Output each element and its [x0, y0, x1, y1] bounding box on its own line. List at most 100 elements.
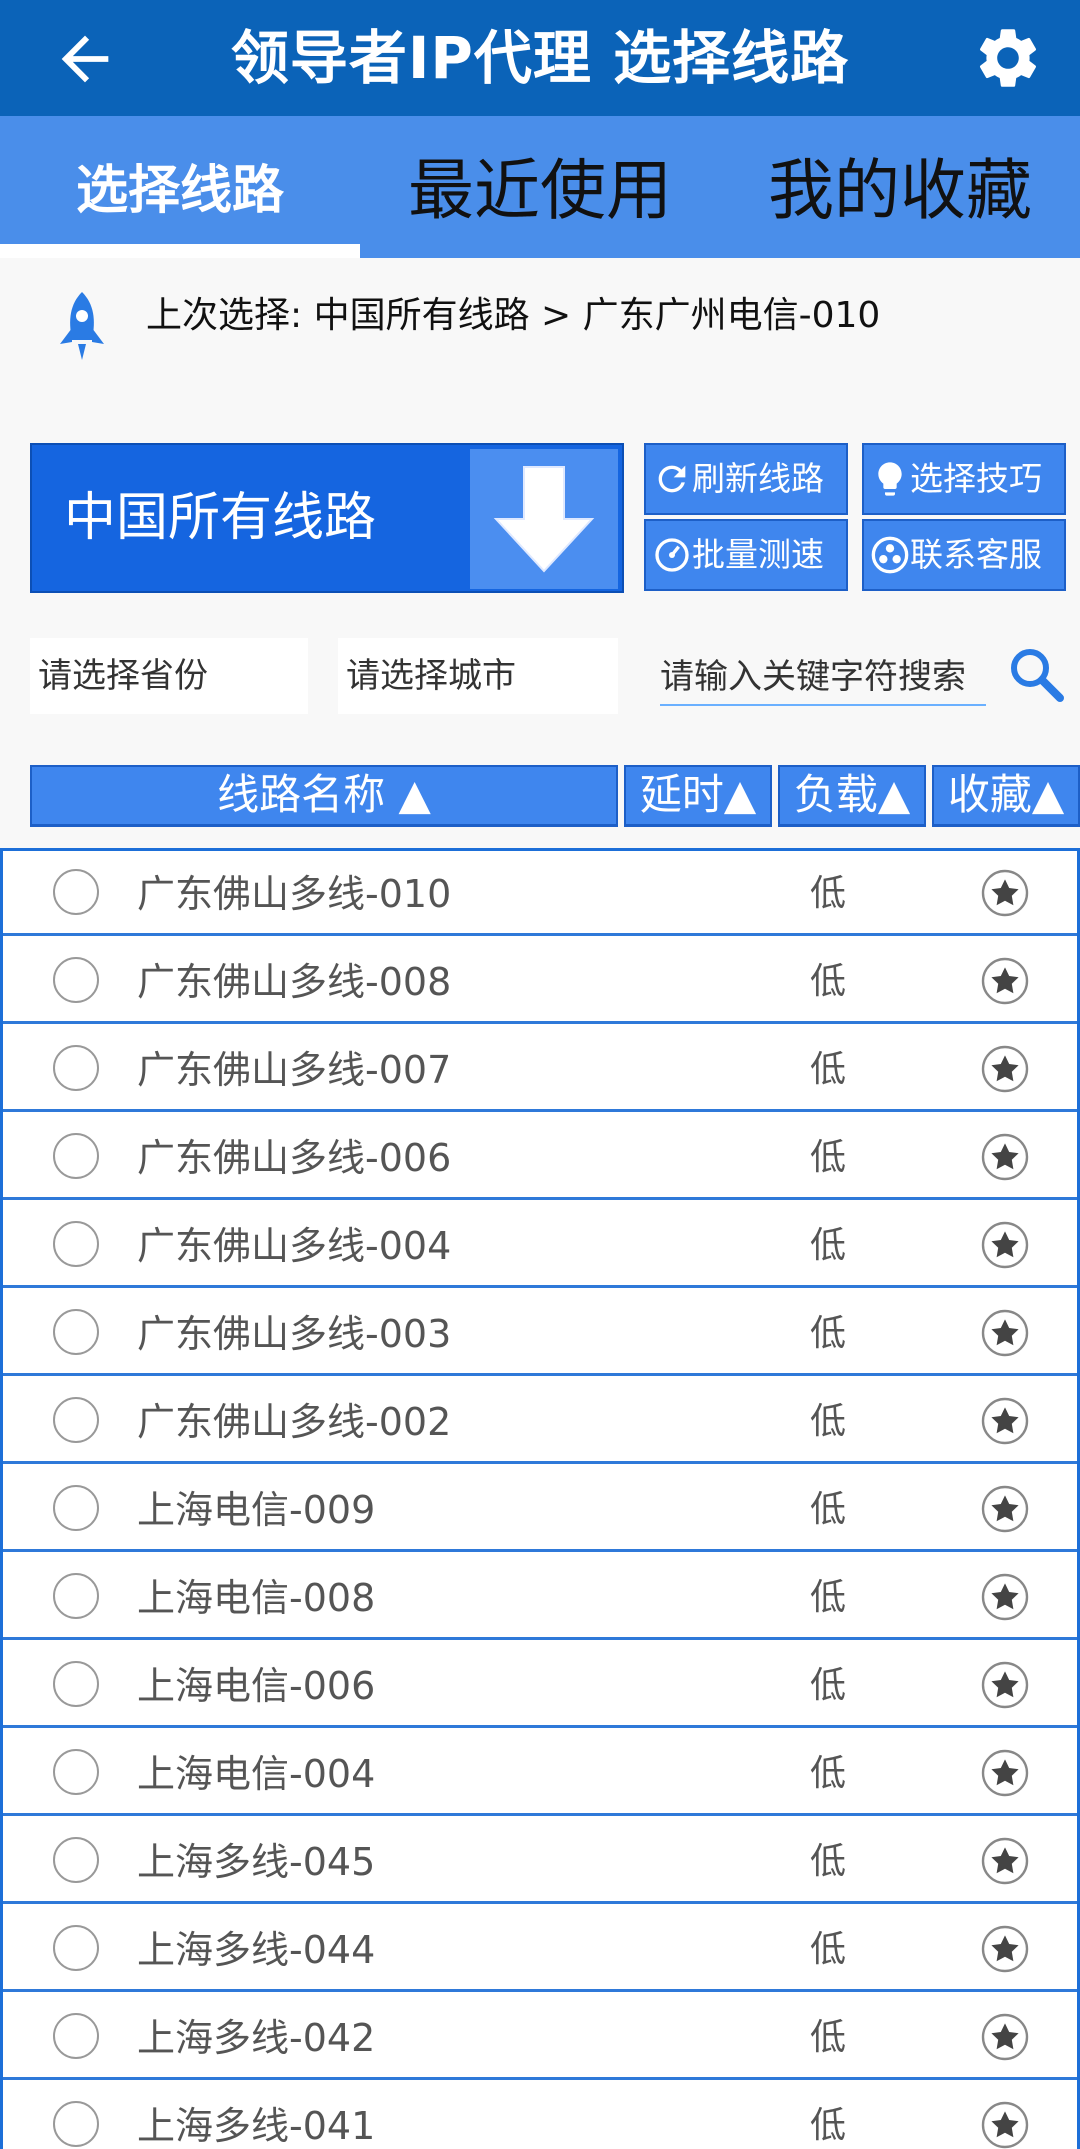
line-name: 广东佛山多线-004 — [137, 1224, 452, 1268]
line-load: 低 — [809, 873, 846, 914]
line-load: 低 — [809, 1841, 846, 1882]
line-name: 广东佛山多线-010 — [137, 872, 452, 916]
line-load: 低 — [809, 1313, 846, 1354]
favorite-star-icon[interactable] — [981, 1133, 1029, 1181]
line-row[interactable]: 上海电信-009 低 — [3, 1467, 1077, 1552]
rocket-icon — [60, 292, 104, 360]
column-latency-header[interactable]: 延时▲ — [624, 765, 772, 827]
line-name: 广东佛山多线-008 — [137, 960, 452, 1004]
line-name: 上海电信-009 — [137, 1488, 376, 1532]
line-row[interactable]: 广东佛山多线-006 低 — [3, 1115, 1077, 1200]
line-load: 低 — [809, 2017, 846, 2058]
line-load: 低 — [809, 1577, 846, 1618]
line-row[interactable]: 上海多线-041 低 — [3, 2083, 1077, 2149]
line-load: 低 — [809, 1489, 846, 1530]
page-title: 领导者IP代理 选择线路 — [230, 24, 850, 92]
refresh-icon — [658, 465, 686, 493]
line-name: 广东佛山多线-003 — [137, 1312, 452, 1356]
line-row[interactable]: 上海电信-008 低 — [3, 1555, 1077, 1640]
line-load: 低 — [809, 961, 846, 1002]
line-row[interactable]: 上海多线-042 低 — [3, 1995, 1077, 2080]
arrow-down-icon — [493, 466, 595, 573]
favorite-star-icon[interactable] — [981, 1925, 1029, 1973]
line-radio[interactable] — [53, 1925, 99, 1971]
line-name: 上海多线-042 — [137, 2016, 376, 2060]
line-radio[interactable] — [53, 1749, 99, 1795]
favorite-star-icon[interactable] — [981, 1661, 1029, 1709]
line-load: 低 — [809, 2105, 846, 2146]
refresh-lines-button[interactable]: 刷新线路 — [644, 443, 848, 515]
line-row[interactable]: 广东佛山多线-007 低 — [3, 1027, 1077, 1112]
line-radio[interactable] — [53, 1573, 99, 1619]
refresh-lines-label: 刷新线路 — [692, 459, 824, 498]
favorite-star-icon[interactable] — [981, 1397, 1029, 1445]
line-radio[interactable] — [53, 1397, 99, 1443]
column-name-header[interactable]: 线路名称 ▲ — [30, 765, 618, 827]
contact-support-button[interactable]: 联系客服 — [862, 519, 1066, 591]
line-name: 上海多线-045 — [137, 1840, 376, 1884]
tab-recent[interactable]: 最近使用 — [360, 116, 720, 258]
favorite-star-icon[interactable] — [981, 2101, 1029, 2149]
last-selection-text: 上次选择: 中国所有线路 > 广东广州电信-010 — [146, 295, 881, 336]
line-load: 低 — [809, 1665, 846, 1706]
favorite-star-icon[interactable] — [981, 1749, 1029, 1797]
line-radio[interactable] — [53, 1133, 99, 1179]
line-row[interactable]: 广东佛山多线-003 低 — [3, 1291, 1077, 1376]
line-radio[interactable] — [53, 1485, 99, 1531]
line-row[interactable]: 广东佛山多线-002 低 — [3, 1379, 1077, 1464]
line-radio[interactable] — [53, 1309, 99, 1355]
city-select[interactable]: 请选择城市 — [338, 638, 618, 714]
contact-support-label: 联系客服 — [910, 535, 1042, 574]
selection-tips-button[interactable]: 选择技巧 — [862, 443, 1066, 515]
line-name: 广东佛山多线-006 — [137, 1136, 452, 1180]
batch-speed-test-label: 批量测速 — [692, 535, 824, 574]
line-group-selector[interactable]: 中国所有线路 — [30, 443, 624, 593]
selection-tips-label: 选择技巧 — [910, 459, 1042, 498]
column-load-header[interactable]: 负载▲ — [778, 765, 926, 827]
line-row[interactable]: 广东佛山多线-008 低 — [3, 939, 1077, 1024]
line-radio[interactable] — [53, 1837, 99, 1883]
line-load: 低 — [809, 1753, 846, 1794]
line-radio[interactable] — [53, 1221, 99, 1267]
arrow-left-icon[interactable] — [50, 24, 120, 94]
favorite-star-icon[interactable] — [981, 957, 1029, 1005]
line-row[interactable]: 上海电信-006 低 — [3, 1643, 1077, 1728]
gear-icon[interactable] — [972, 22, 1044, 94]
favorite-star-icon[interactable] — [981, 1485, 1029, 1533]
favorite-star-icon[interactable] — [981, 1837, 1029, 1885]
tab-bar: 选择线路 最近使用 我的收藏 — [0, 116, 1080, 258]
line-name: 广东佛山多线-002 — [137, 1400, 452, 1444]
province-select[interactable]: 请选择省份 — [30, 638, 308, 714]
favorite-star-icon[interactable] — [981, 869, 1029, 917]
line-load: 低 — [809, 1401, 846, 1442]
line-row[interactable]: 上海电信-004 低 — [3, 1731, 1077, 1816]
tab-favorites[interactable]: 我的收藏 — [720, 116, 1080, 258]
line-radio[interactable] — [53, 2013, 99, 2059]
line-name: 上海多线-041 — [137, 2104, 376, 2148]
line-row[interactable]: 广东佛山多线-010 低 — [3, 851, 1077, 936]
tab-select-line[interactable]: 选择线路 — [0, 116, 360, 258]
search-input[interactable]: 请输入关键字符搜索 — [660, 652, 986, 706]
line-radio[interactable] — [53, 1045, 99, 1091]
search-icon[interactable] — [1008, 646, 1064, 702]
support-icon — [871, 536, 909, 574]
batch-speed-test-button[interactable]: 批量测速 — [644, 519, 848, 591]
speedometer-icon — [655, 538, 689, 572]
line-load: 低 — [809, 1137, 846, 1178]
favorite-star-icon[interactable] — [981, 2013, 1029, 2061]
line-radio[interactable] — [53, 869, 99, 915]
line-load: 低 — [809, 1049, 846, 1090]
favorite-star-icon[interactable] — [981, 1221, 1029, 1269]
line-row[interactable]: 上海多线-045 低 — [3, 1819, 1077, 1904]
line-group-label: 中国所有线路 — [64, 488, 377, 548]
dropdown-toggle[interactable] — [470, 449, 618, 589]
favorite-star-icon[interactable] — [981, 1573, 1029, 1621]
line-radio[interactable] — [53, 2101, 99, 2147]
favorite-star-icon[interactable] — [981, 1045, 1029, 1093]
line-row[interactable]: 上海多线-044 低 — [3, 1907, 1077, 1992]
line-row[interactable]: 广东佛山多线-004 低 — [3, 1203, 1077, 1288]
line-radio[interactable] — [53, 957, 99, 1003]
favorite-star-icon[interactable] — [981, 1309, 1029, 1357]
column-favorite-header[interactable]: 收藏▲ — [932, 765, 1080, 827]
line-radio[interactable] — [53, 1661, 99, 1707]
